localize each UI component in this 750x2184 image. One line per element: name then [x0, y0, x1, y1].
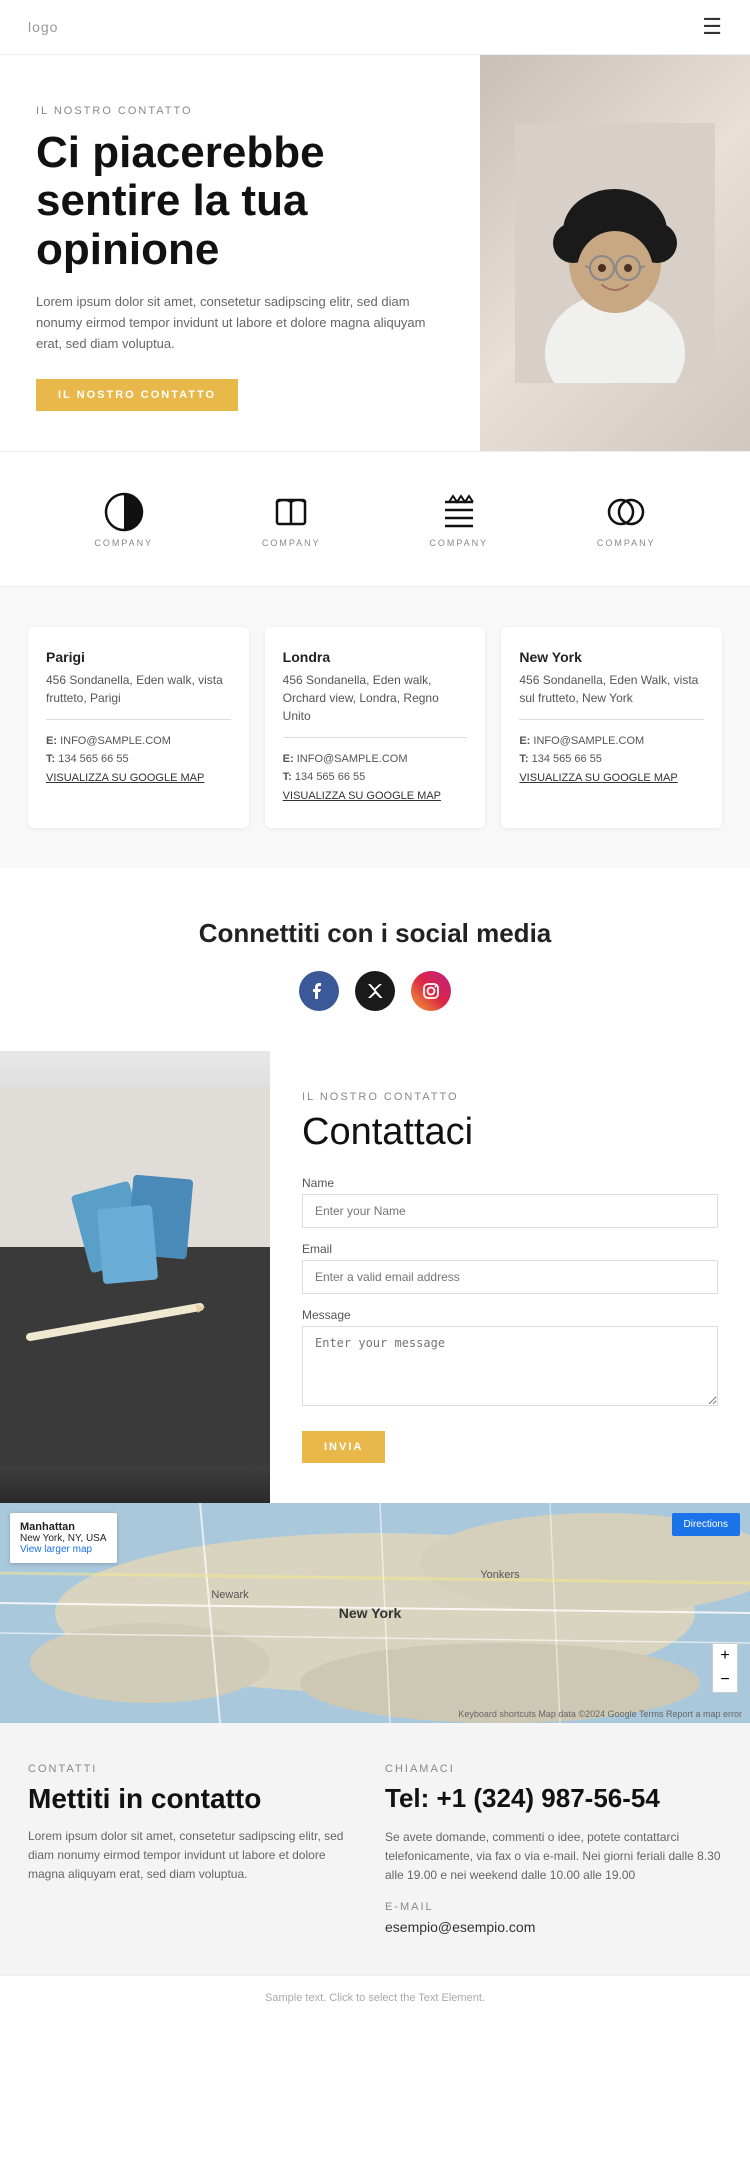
- email-label-paris: E: INFO@SAMPLE.COM: [46, 735, 171, 747]
- map-sublocation: New York, NY, USA: [20, 1533, 107, 1544]
- office-city-paris: Parigi: [46, 649, 231, 665]
- map-directions-button[interactable]: Directions: [672, 1513, 740, 1536]
- office-divider-newyork: [519, 719, 704, 720]
- map-location: Manhattan: [20, 1521, 107, 1533]
- hero-person-illustration: [515, 123, 715, 383]
- contact-form-section: IL NOSTRO CONTATTO Contattaci Name Email…: [0, 1051, 750, 1503]
- navbar: logo ☰: [0, 0, 750, 55]
- email-field-group: Email: [302, 1242, 718, 1294]
- map-link-paris[interactable]: VISUALIZZA SU GOOGLE MAP: [46, 769, 231, 788]
- hero-text: IL NOSTRO CONTATTO Ci piacerebbe sentire…: [0, 55, 480, 451]
- name-field-group: Name: [302, 1176, 718, 1228]
- phone-newyork: T: 134 565 66 55: [519, 753, 602, 765]
- menu-icon[interactable]: ☰: [702, 14, 722, 40]
- bottom-contact-description: Lorem ipsum dolor sit amet, consetetur s…: [28, 1827, 365, 1885]
- map-overlay: Manhattan New York, NY, USA View larger …: [10, 1513, 117, 1563]
- map-view-larger-link[interactable]: View larger map: [20, 1544, 92, 1555]
- map-link-london[interactable]: VISUALIZZA SU GOOGLE MAP: [283, 787, 468, 806]
- office-card-paris: Parigi 456 Sondanella, Eden walk, vista …: [28, 627, 249, 828]
- message-textarea[interactable]: [302, 1326, 718, 1406]
- bottom-contact-left: CONTATTI Mettiti in contatto Lorem ipsum…: [28, 1763, 365, 1936]
- social-section: Connettiti con i social media: [0, 868, 750, 1051]
- contact-form-area: IL NOSTRO CONTATTO Contattaci Name Email…: [270, 1051, 750, 1503]
- logo-text-1: COMPANY: [94, 538, 153, 548]
- svg-text:Newark: Newark: [211, 1589, 249, 1601]
- social-icons: [28, 971, 722, 1011]
- email-label-newyork: E: INFO@SAMPLE.COM: [519, 735, 644, 747]
- contact-image-illustration: [0, 1087, 270, 1467]
- logo-text-2: COMPANY: [262, 538, 321, 548]
- logo-item-4: COMPANY: [597, 490, 656, 548]
- logo-symbol-2: [269, 490, 313, 534]
- office-city-newyork: New York: [519, 649, 704, 665]
- bottom-contact-label: CONTATTI: [28, 1763, 365, 1775]
- offices-section: Parigi 456 Sondanella, Eden walk, vista …: [0, 587, 750, 868]
- email-section-label: E-MAIL: [385, 1901, 722, 1913]
- map-link-newyork[interactable]: VISUALIZZA SU GOOGLE MAP: [519, 769, 704, 788]
- map-section: New York Newark Yonkers Manhattan New Yo…: [0, 1503, 750, 1723]
- call-number: Tel: +1 (324) 987-56-54: [385, 1783, 722, 1814]
- email-label: Email: [302, 1242, 718, 1256]
- instagram-icon[interactable]: [411, 971, 451, 1011]
- bottom-contact-right: CHIAMACI Tel: +1 (324) 987-56-54 Se avet…: [385, 1763, 722, 1936]
- svg-text:Yonkers: Yonkers: [480, 1569, 520, 1581]
- hero-cta-button[interactable]: IL NOSTRO CONTATTO: [36, 379, 238, 411]
- email-value: esempio@esempio.com: [385, 1919, 722, 1935]
- logo-item-2: COMPANY: [262, 490, 321, 548]
- office-card-newyork: New York 456 Sondanella, Eden Walk, vist…: [501, 627, 722, 828]
- facebook-icon[interactable]: [299, 971, 339, 1011]
- hero-description: Lorem ipsum dolor sit amet, consetetur s…: [36, 292, 444, 354]
- zoom-out-button[interactable]: −: [713, 1668, 737, 1692]
- name-input[interactable]: [302, 1194, 718, 1228]
- message-field-group: Message: [302, 1308, 718, 1411]
- logos-section: COMPANY COMPANY COMPANY COMPANY: [0, 451, 750, 587]
- social-title: Connettiti con i social media: [28, 918, 722, 949]
- contact-form-title: Contattaci: [302, 1111, 718, 1154]
- submit-button[interactable]: INVIA: [302, 1431, 385, 1463]
- office-contact-paris: E: INFO@SAMPLE.COM T: 134 565 66 55 VISU…: [46, 732, 231, 788]
- bottom-contact-title: Mettiti in contatto: [28, 1783, 365, 1815]
- map-background: New York Newark Yonkers Manhattan New Yo…: [0, 1503, 750, 1723]
- hero-title: Ci piacerebbe sentire la tua opinione: [36, 129, 444, 274]
- office-divider-paris: [46, 719, 231, 720]
- svg-text:New York: New York: [339, 1605, 402, 1621]
- hero-label: IL NOSTRO CONTATTO: [36, 105, 444, 117]
- office-contact-london: E: INFO@SAMPLE.COM T: 134 565 66 55 VISU…: [283, 750, 468, 806]
- office-address-london: 456 Sondanella, Eden walk, Orchard view,…: [283, 671, 468, 725]
- logo: logo: [28, 19, 58, 35]
- call-description: Se avete domande, commenti o idee, potet…: [385, 1828, 722, 1886]
- contact-image: [0, 1051, 270, 1503]
- logo-item-3: COMPANY: [429, 490, 488, 548]
- map-zoom-controls: + −: [712, 1643, 738, 1693]
- bottom-contact-section: CONTATTI Mettiti in contatto Lorem ipsum…: [0, 1723, 750, 1976]
- footer: Sample text. Click to select the Text El…: [0, 1975, 750, 2020]
- phone-london: T: 134 565 66 55: [283, 771, 366, 783]
- zoom-in-button[interactable]: +: [713, 1644, 737, 1668]
- logo-text-4: COMPANY: [597, 538, 656, 548]
- contact-form: Name Email Message INVIA: [302, 1176, 718, 1463]
- logo-symbol-4: [604, 490, 648, 534]
- call-label: CHIAMACI: [385, 1763, 722, 1775]
- logo-item-1: COMPANY: [94, 490, 153, 548]
- office-address-newyork: 456 Sondanella, Eden Walk, vista sul fru…: [519, 671, 704, 707]
- logo-text-3: COMPANY: [429, 538, 488, 548]
- office-contact-newyork: E: INFO@SAMPLE.COM T: 134 565 66 55 VISU…: [519, 732, 704, 788]
- phone-paris: T: 134 565 66 55: [46, 753, 129, 765]
- office-divider-london: [283, 737, 468, 738]
- name-label: Name: [302, 1176, 718, 1190]
- logo-symbol-1: [102, 490, 146, 534]
- hero-image: [480, 55, 750, 451]
- twitter-x-icon[interactable]: [355, 971, 395, 1011]
- hero-section: IL NOSTRO CONTATTO Ci piacerebbe sentire…: [0, 55, 750, 451]
- email-input[interactable]: [302, 1260, 718, 1294]
- logo-symbol-3: [437, 490, 481, 534]
- office-card-london: Londra 456 Sondanella, Eden walk, Orchar…: [265, 627, 486, 828]
- footer-text: Sample text. Click to select the Text El…: [265, 1992, 485, 2004]
- message-label: Message: [302, 1308, 718, 1322]
- contact-form-label: IL NOSTRO CONTATTO: [302, 1091, 718, 1103]
- email-label-london: E: INFO@SAMPLE.COM: [283, 753, 408, 765]
- office-city-london: Londra: [283, 649, 468, 665]
- map-copyright: Keyboard shortcuts Map data ©2024 Google…: [458, 1709, 742, 1719]
- office-address-paris: 456 Sondanella, Eden walk, vista fruttet…: [46, 671, 231, 707]
